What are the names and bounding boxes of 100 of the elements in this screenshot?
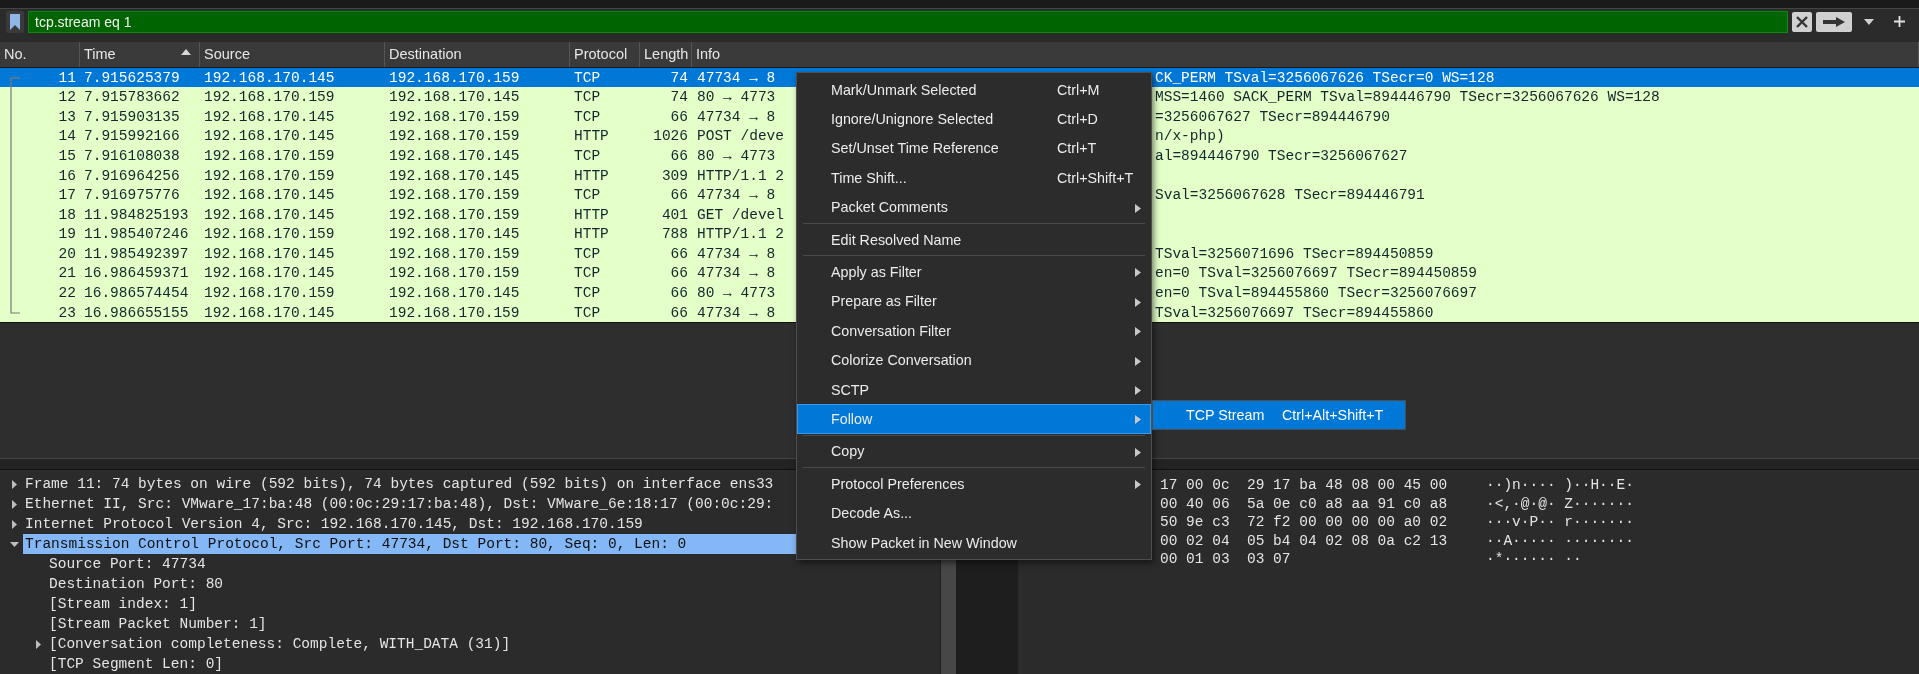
table-cell-text: TCP	[573, 304, 602, 321]
table-cell-text: 192.168.170.145	[203, 69, 336, 86]
table-cell: MSS=1460 SACK_PERM TSval=894446790 TSecr=3256067626 WS=128	[1155, 89, 1660, 106]
table-cell-text: 192.168.170.145	[203, 265, 336, 282]
table-cell-text: 192.168.170.159	[388, 108, 521, 125]
table-cell-text: 47734 → 8	[697, 304, 777, 321]
table-cell-text: 47734 → 8	[697, 245, 777, 262]
table-cell-text: TCP	[573, 147, 602, 164]
table-cell: al=894446790 TSecr=3256067627	[1155, 147, 1408, 164]
hex-bytes: 00 01 03 03 07	[1160, 551, 1292, 568]
table-cell-text: 80 → 4773	[697, 147, 777, 164]
table-cell-text: GET /devel	[697, 206, 785, 223]
table-cell: TSval=3256076697 TSecr=894455860	[1155, 304, 1434, 321]
ascii-bytes: ·*······ ··	[1486, 551, 1582, 568]
hex-bytes: 00 40 06 5a 0e c0 a8 aa 91 c0 a8	[1160, 495, 1449, 512]
table-cell-text: 192.168.170.145	[203, 108, 336, 125]
table-cell-text: 66	[669, 187, 689, 204]
table-cell-text: TCP	[573, 245, 602, 262]
table-cell-text: 74	[669, 89, 689, 106]
table-cell-text: 192.168.170.145	[203, 245, 336, 262]
hex-bytes: 00 02 04 05 b4 04 02 08 0a c2 13	[1160, 532, 1449, 549]
table-cell: =3256067627 TSecr=894446790	[1155, 108, 1390, 125]
table-cell-text: 74	[669, 69, 689, 86]
table-cell-text: 66	[669, 147, 689, 164]
table-cell-text: HTTP	[573, 128, 610, 145]
table-cell-text: 192.168.170.159	[388, 206, 521, 223]
table-cell-text: 192.168.170.159	[203, 167, 336, 184]
table-cell-text: 192.168.170.145	[203, 187, 336, 204]
table-cell-text: 80 → 4773	[697, 89, 777, 106]
table-cell-text: 47734 → 8	[697, 187, 777, 204]
table-cell-text: 192.168.170.159	[388, 304, 521, 321]
table-cell-text: 18	[57, 206, 77, 223]
table-cell-text: 17	[57, 187, 77, 204]
table-cell-text: 66	[669, 285, 689, 302]
hex-bytes: 50 9e c3 72 f2 00 00 00 00 a0 02	[1160, 514, 1449, 531]
table-cell-text: 47734 → 8	[697, 265, 777, 282]
table-cell-text: 7.915992166	[83, 128, 181, 145]
table-cell-text: 23	[57, 304, 77, 321]
table-cell-text: 192.168.170.145	[203, 304, 336, 321]
table-cell-text: 192.168.170.145	[203, 128, 336, 145]
table-cell-text: 192.168.170.159	[388, 265, 521, 282]
table-cell: TSval=3256071696 TSecr=894450859	[1155, 245, 1434, 262]
table-cell-text: 16.986574454	[83, 285, 190, 302]
table-cell-text: TCP	[573, 285, 602, 302]
table-cell-text: TCP	[573, 265, 602, 282]
ascii-bytes: ·<,·@·@· Z·······	[1486, 495, 1634, 512]
table-cell-text: 192.168.170.159	[203, 285, 336, 302]
table-cell-text: 80 → 4773	[697, 285, 777, 302]
table-cell-text: 192.168.170.159	[203, 147, 336, 164]
table-cell-text: 192.168.170.159	[388, 187, 521, 204]
table-cell-text: 11	[57, 69, 77, 86]
table-cell-text: 7.915903135	[83, 108, 181, 125]
table-cell-text: 14	[57, 128, 77, 145]
table-cell-text: TCP	[573, 69, 602, 86]
table-cell-text: 7.915625379	[83, 69, 181, 86]
table-cell-text: 192.168.170.159	[388, 69, 521, 86]
table-cell-text: HTTP	[573, 226, 610, 243]
table-cell-text: 11.984825193	[83, 206, 190, 223]
table-cell-text: 7.916975776	[83, 187, 181, 204]
table-cell-text: 1026	[652, 128, 689, 145]
table-cell-text: 20	[57, 245, 77, 262]
table-cell-text: 22	[57, 285, 77, 302]
table-cell-text: 401	[660, 206, 689, 223]
table-cell-text: 66	[669, 108, 689, 125]
table-cell: en=0 TSval=3256076697 TSecr=894450859	[1155, 265, 1477, 282]
table-cell-text: POST /deve	[697, 128, 785, 145]
table-cell-text: HTTP/1.1 2	[697, 167, 785, 184]
table-cell-text: 788	[660, 226, 689, 243]
table-cell-text: 47734 → 8	[697, 69, 777, 86]
table-cell-text: 16.986655155	[83, 304, 190, 321]
table-cell-text: 66	[669, 245, 689, 262]
table-cell-text: TCP	[573, 89, 602, 106]
table-cell-text: 66	[669, 304, 689, 321]
table-cell-text: 12	[57, 89, 77, 106]
table-cell: en=0 TSval=894455860 TSecr=3256076697	[1155, 285, 1477, 302]
table-cell-text: 11.985492397	[83, 245, 190, 262]
table-cell-text: TCP	[573, 108, 602, 125]
table-cell-text: 192.168.170.145	[388, 285, 521, 302]
ascii-bytes: ··)n···· )··H··E·	[1486, 477, 1634, 494]
table-cell-text: 192.168.170.145	[388, 167, 521, 184]
table-cell-text: 19	[57, 226, 77, 243]
table-cell-text: 16	[57, 167, 77, 184]
table-cell-text: 192.168.170.159	[203, 89, 336, 106]
ascii-bytes: ···v·P·· r·······	[1486, 514, 1634, 531]
table-cell: Sval=3256067628 TSecr=894446791	[1155, 187, 1425, 204]
table-cell-text: 47734 → 8	[697, 108, 777, 125]
table-cell-text: 192.168.170.159	[388, 128, 521, 145]
table-cell-text: HTTP	[573, 167, 610, 184]
table-cell-text: 192.168.170.159	[388, 245, 521, 262]
table-cell-text: 192.168.170.145	[388, 226, 521, 243]
table-cell-text: 192.168.170.145	[203, 206, 336, 223]
table-cell-text: 192.168.170.145	[388, 89, 521, 106]
ascii-bytes: ··A····· ········	[1486, 532, 1634, 549]
table-cell-text: 15	[57, 147, 77, 164]
table-cell-text: 21	[57, 265, 77, 282]
table-cell-text: HTTP/1.1 2	[697, 226, 785, 243]
table-cell: CK_PERM TSval=3256067626 TSecr=0 WS=128	[1155, 69, 1495, 86]
table-cell-text: TCP	[573, 187, 602, 204]
table-cell-text: 7.915783662	[83, 89, 181, 106]
table-cell-text: 192.168.170.159	[203, 226, 336, 243]
